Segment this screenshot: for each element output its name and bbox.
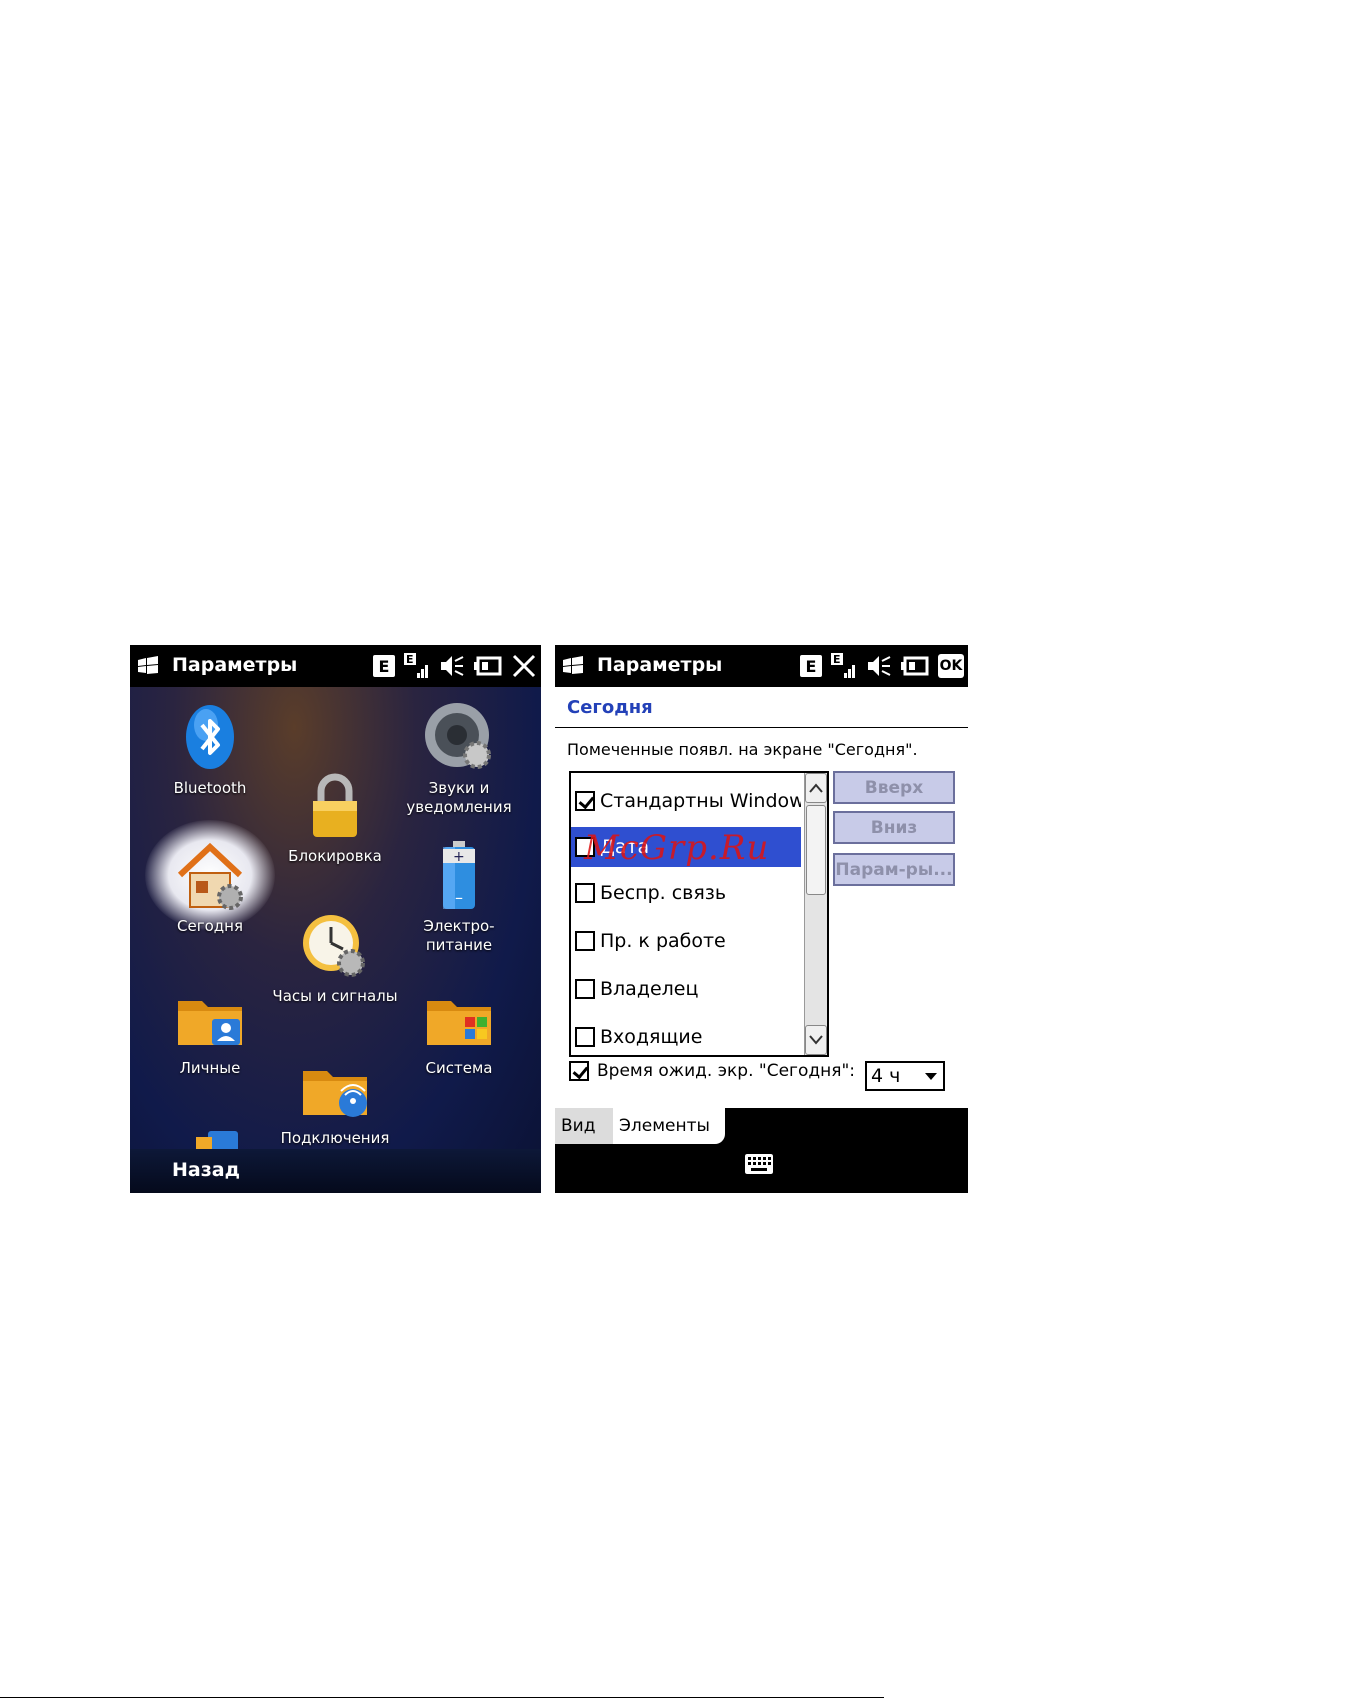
- battery-power-icon: + –: [419, 835, 499, 915]
- scroll-down-icon[interactable]: [805, 1025, 827, 1055]
- house-gear-icon: [170, 835, 250, 915]
- folder-windows-icon: [419, 977, 499, 1057]
- windows-flag-icon[interactable]: [561, 654, 585, 678]
- signal-strength-icon[interactable]: E: [831, 653, 857, 679]
- tab-bar: Вид Элементы: [555, 1108, 968, 1193]
- window-title: Параметры: [597, 654, 723, 676]
- list-item[interactable]: Владелец: [571, 969, 801, 1009]
- close-icon[interactable]: [511, 653, 537, 679]
- network-type-icon[interactable]: E: [373, 655, 395, 677]
- status-icons: E E: [373, 652, 537, 680]
- title-bar: Параметры E E: [130, 645, 541, 687]
- softkey-bar: Назад: [130, 1149, 541, 1193]
- timeout-checkbox[interactable]: [569, 1061, 589, 1081]
- tile-connections[interactable]: Подключения: [260, 1047, 410, 1148]
- list-item[interactable]: Беспр. связь: [571, 873, 801, 913]
- svg-text:E: E: [833, 653, 841, 666]
- clock-gear-icon: [295, 905, 375, 985]
- bluetooth-icon: [170, 697, 250, 777]
- chevron-down-icon: [925, 1073, 937, 1080]
- battery-icon[interactable]: [901, 655, 929, 677]
- settings-screen-left: Параметры E E Bluetooth Звуки и уведомле…: [130, 645, 541, 1193]
- timeout-label: Время ожид. экр. "Сегодня":: [597, 1061, 856, 1081]
- timeout-select[interactable]: 4 ч: [865, 1061, 945, 1091]
- item-checkbox[interactable]: [575, 791, 595, 811]
- divider: [555, 727, 968, 728]
- tab-view[interactable]: Вид: [555, 1108, 617, 1144]
- window-title: Параметры: [172, 654, 298, 676]
- speaker-muted-icon[interactable]: [439, 653, 465, 679]
- title-bar: Параметры E E OK: [555, 645, 968, 687]
- watermark: McGrp.Ru: [584, 828, 770, 868]
- folder-wireless-icon: [295, 1047, 375, 1127]
- back-softkey[interactable]: Назад: [172, 1159, 240, 1181]
- page-divider: [0, 1697, 884, 1698]
- list-item[interactable]: Входящие: [571, 1017, 801, 1055]
- item-checkbox[interactable]: [575, 931, 595, 951]
- battery-icon[interactable]: [474, 655, 502, 677]
- item-options-button[interactable]: Парам-ры...: [833, 853, 955, 886]
- svg-text:+: +: [453, 849, 465, 865]
- list-item[interactable]: Пр. к работе: [571, 921, 801, 961]
- item-checkbox[interactable]: [575, 1027, 595, 1047]
- move-down-button[interactable]: Вниз: [833, 811, 955, 844]
- svg-text:E: E: [406, 653, 414, 666]
- windows-flag-icon[interactable]: [136, 654, 160, 678]
- speaker-gear-icon: [419, 697, 499, 777]
- status-icons: E E OK: [800, 652, 964, 680]
- speaker-muted-icon[interactable]: [866, 653, 892, 679]
- svg-text:–: –: [455, 888, 463, 907]
- list-item[interactable]: Стандартны Window: [571, 781, 801, 821]
- timeout-row: Время ожид. экр. "Сегодня":: [569, 1061, 855, 1081]
- list-scrollbar[interactable]: [804, 773, 827, 1055]
- scroll-up-icon[interactable]: [805, 773, 827, 803]
- tab-elements[interactable]: Элементы: [613, 1108, 725, 1144]
- page-title: Сегодня: [567, 697, 653, 718]
- folder-contact-icon: [170, 977, 250, 1057]
- move-up-button[interactable]: Вверх: [833, 771, 955, 804]
- network-type-icon[interactable]: E: [800, 655, 822, 677]
- scroll-thumb[interactable]: [806, 805, 826, 895]
- keyboard-icon[interactable]: [745, 1154, 773, 1174]
- description-label: Помеченные появл. на экране "Сегодня".: [567, 740, 918, 759]
- item-checkbox[interactable]: [575, 979, 595, 999]
- ok-button[interactable]: OK: [938, 654, 964, 678]
- padlock-icon: [295, 765, 375, 845]
- item-checkbox[interactable]: [575, 883, 595, 903]
- today-items-list[interactable]: Стандартны Window Дата Беспр. связь Пр. …: [569, 771, 829, 1057]
- settings-screen-right: Параметры E E OK Сегодня Помеченные появ…: [555, 645, 968, 1193]
- signal-strength-icon[interactable]: E: [404, 653, 430, 679]
